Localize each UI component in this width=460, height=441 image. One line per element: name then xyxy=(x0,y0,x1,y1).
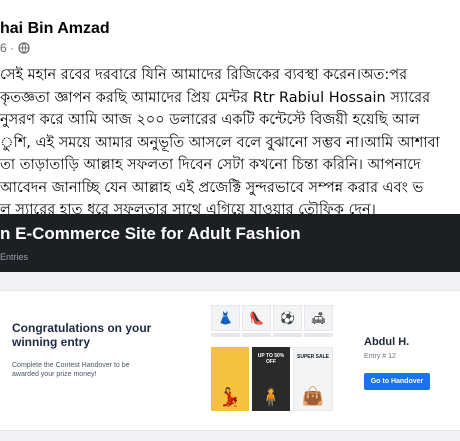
contest-banner: n E-Commerce Site for Adult Fashion Entr… xyxy=(0,214,460,272)
product-thumb: 👗 xyxy=(211,305,240,331)
post-meta: 6 · xyxy=(0,41,30,55)
post-time[interactable]: 6 · xyxy=(0,41,14,55)
bag-icon: 👜 xyxy=(301,386,325,407)
promo-banner: SUPER SALE 👜 xyxy=(293,347,333,411)
product-thumb: 🛋 xyxy=(304,305,333,331)
winner-name: Abdul H. xyxy=(364,336,410,348)
congrats-subtitle: Complete the Contest Handover to be awar… xyxy=(12,362,130,378)
dress-icon: 👗 xyxy=(218,311,233,325)
product-thumb: 👠 xyxy=(242,305,271,331)
contest-entries-label: Entries xyxy=(0,252,29,262)
promo-text: SUPER SALE xyxy=(297,354,329,360)
product-thumb-captions xyxy=(211,333,333,339)
post-text-line: নুসরণ করে আমি আজ ২০০ ডলারের একটি কন্টেস্… xyxy=(0,112,420,128)
promo-banner: 💃 xyxy=(211,347,249,411)
post-author-name[interactable]: hai Bin Amzad xyxy=(0,20,110,38)
winner-entry-number: Entry # 12 xyxy=(364,353,396,360)
post-text: সেই মহান রবের দরবারে যিনি আমাদের রিজিকের… xyxy=(0,64,460,222)
post-header: hai Bin Amzad 6 · xyxy=(0,0,460,62)
post-text-line: সেই মহান রবের দরবারে যিনি আমাদের রিজিকের… xyxy=(0,67,408,83)
model-icon: 💃 xyxy=(218,387,242,408)
go-to-handover-button[interactable]: Go to Handover xyxy=(364,373,430,390)
promo-banner: UP TO 50% OFF 🧍 xyxy=(252,347,290,411)
congrats-title: Congratulations on your winning entry xyxy=(12,321,152,349)
contest-title: n E-Commerce Site for Adult Fashion xyxy=(0,224,301,243)
entry-preview: 👗 👠 ⚽ 🛋 💃 UP TO 50% OFF 🧍 SUPER SALE 👜 xyxy=(211,305,333,417)
post-text-line: ুশি, এই সময়ে আমার অনুভূতি আসলে বলে বুঝা… xyxy=(0,134,440,151)
product-thumb: ⚽ xyxy=(273,305,302,331)
shoe-icon: 👠 xyxy=(249,311,264,325)
globe-icon xyxy=(18,42,30,54)
promo-banners: 💃 UP TO 50% OFF 🧍 SUPER SALE 👜 xyxy=(211,347,333,411)
model-icon: 🧍 xyxy=(259,387,283,408)
post-text-line: তা তাড়াতাড়ি আল্লাহ সফলতা দিবেন সেটা কখ… xyxy=(0,157,421,173)
sofa-icon: 🛋 xyxy=(310,311,327,325)
post-text-line: আবেদন জানাচ্ছি যেন আল্লাহ এই প্রজেক্টি স… xyxy=(0,179,424,196)
promo-text: UP TO 50% OFF xyxy=(257,353,285,365)
post-attachment-image[interactable]: n E-Commerce Site for Adult Fashion Entr… xyxy=(0,214,460,441)
winning-entry-card: Congratulations on your winning entry Co… xyxy=(0,290,460,431)
post-text-line: কৃতজ্ঞতা জ্ঞাপন করছি আমাদের প্রিয় মেন্ট… xyxy=(0,89,431,106)
ball-icon: ⚽ xyxy=(280,311,295,325)
